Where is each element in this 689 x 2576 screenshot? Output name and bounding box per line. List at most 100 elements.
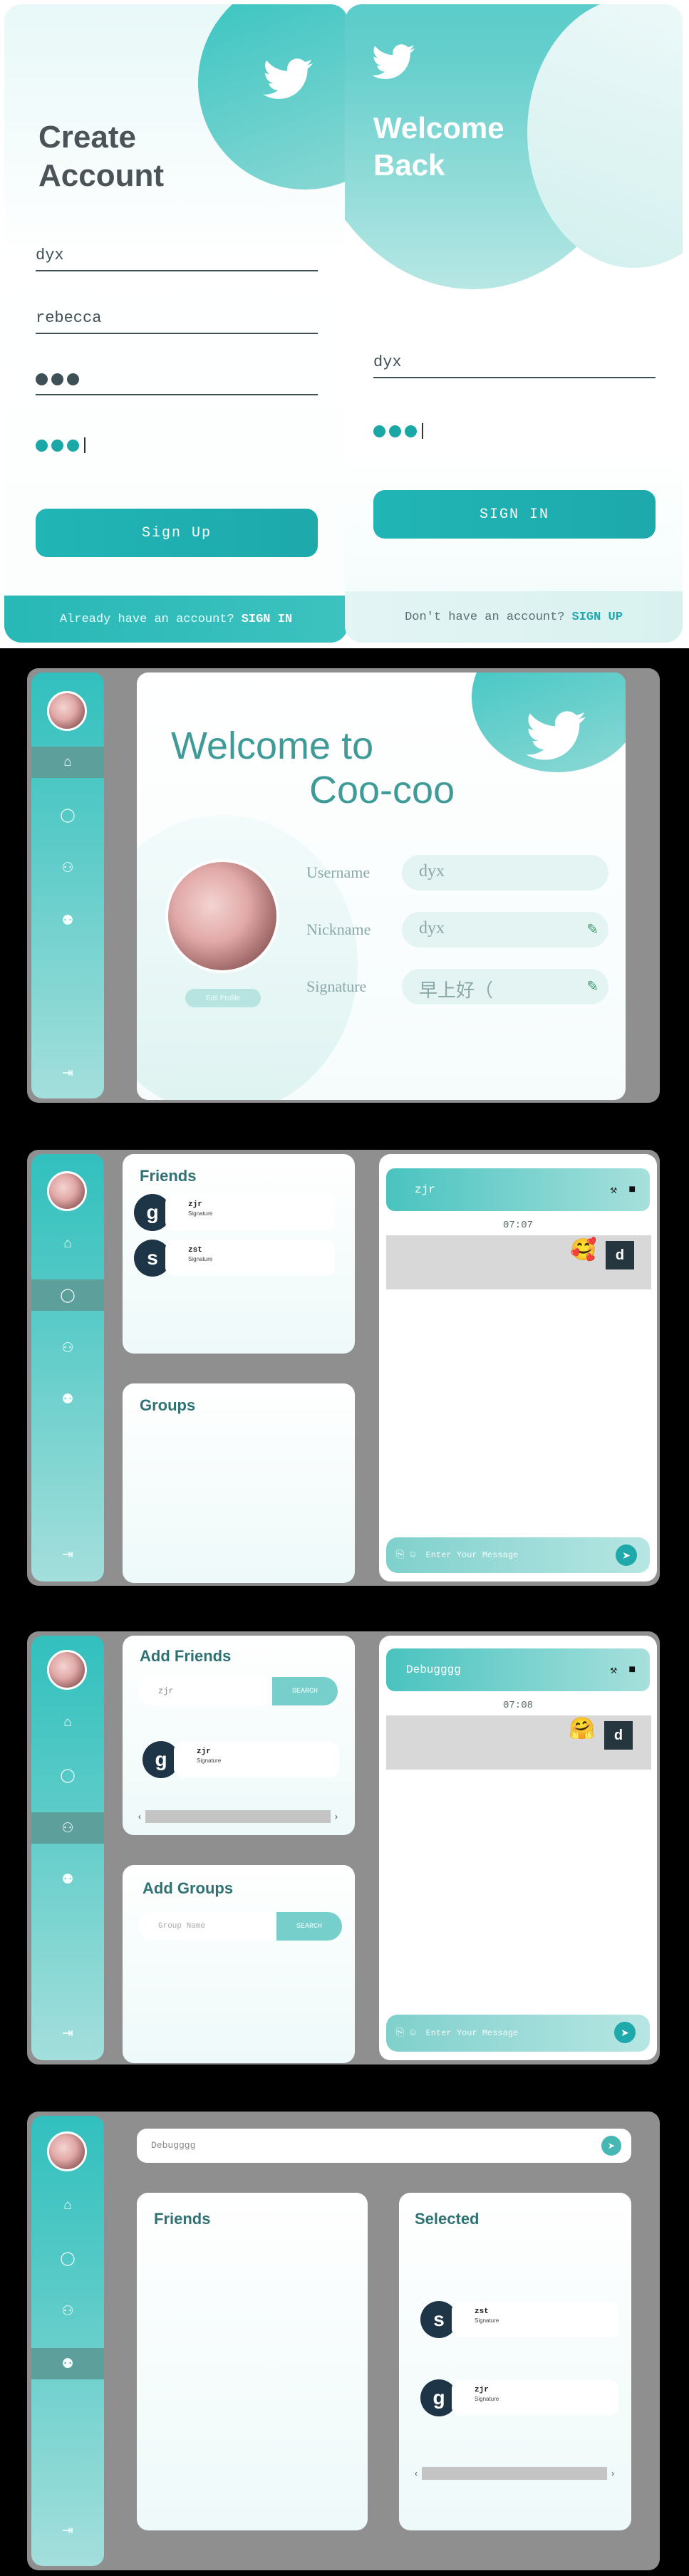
welcome-line1: Welcome to bbox=[171, 724, 374, 767]
chat-title: Debugggg bbox=[406, 1663, 461, 1676]
friend-search-button[interactable]: SEARCH bbox=[272, 1677, 338, 1705]
group-icon[interactable]: ⚉ bbox=[31, 2348, 104, 2379]
signup-confirm-password-input[interactable] bbox=[36, 437, 86, 453]
send-button[interactable]: ➤ bbox=[616, 1544, 637, 1566]
signin-footer-text: Don't have an account? bbox=[405, 610, 565, 624]
group-name-bar[interactable]: Debugggg ➤ bbox=[137, 2129, 631, 2163]
message-time: 07:07 bbox=[502, 1220, 533, 1231]
group-icon[interactable]: ⚉ bbox=[31, 905, 104, 936]
home-icon[interactable]: ⌂ bbox=[31, 2190, 104, 2221]
signin-footer-link[interactable]: SIGN UP bbox=[572, 611, 623, 624]
avatar[interactable] bbox=[47, 691, 87, 731]
friends-panel: Friends g zjr Signature s zst Signature bbox=[123, 1154, 355, 1354]
chat-panel: zjr ⚒ ■ 07:07 🥰 d ⎘ ☺ Enter Your Message… bbox=[379, 1154, 657, 1582]
message-time: 07:08 bbox=[502, 1700, 533, 1711]
emoji-sticker: 🤗 bbox=[569, 1717, 596, 1740]
group-name-input[interactable]: Debugggg bbox=[151, 2140, 195, 2151]
add-friends-title: Add Friends bbox=[140, 1647, 232, 1665]
twitter-bird-icon bbox=[526, 711, 586, 764]
logout-icon[interactable]: ⇥ bbox=[31, 1057, 104, 1089]
signup-username-input[interactable]: dyx bbox=[36, 246, 318, 271]
list-item[interactable]: s zst Signature bbox=[134, 1240, 335, 1277]
edit-group-icon[interactable]: ⚒ bbox=[610, 1663, 617, 1677]
folder-icon[interactable]: ■ bbox=[628, 1663, 636, 1676]
signup-button[interactable]: Sign Up bbox=[36, 509, 318, 557]
signin-title: Welcome Back bbox=[373, 111, 504, 182]
emoji-icon[interactable]: ☺ bbox=[410, 1549, 415, 1561]
signin-password-input[interactable] bbox=[373, 423, 423, 439]
welcome-line2: Coo-coo bbox=[309, 769, 455, 811]
edit-pen-icon[interactable]: ✎ bbox=[586, 920, 599, 938]
sidebar: ⌂ ◯ ⚇ ⚉ ⇥ bbox=[31, 1636, 104, 2060]
attach-icon[interactable]: ⎘ bbox=[396, 2027, 404, 2039]
home-icon[interactable]: ⌂ bbox=[31, 1707, 104, 1738]
chat-icon[interactable]: ◯ bbox=[31, 2243, 104, 2274]
signature-field[interactable]: 早上好（ ✎ bbox=[402, 969, 608, 1004]
nickname-value: dyx bbox=[419, 919, 445, 938]
add-friend-icon[interactable]: ⚇ bbox=[31, 852, 104, 883]
signup-nickname-input[interactable]: rebecca bbox=[36, 309, 318, 334]
message-input[interactable]: ⎘ ☺ Enter Your Message bbox=[386, 2015, 650, 2052]
signup-title: Create Account bbox=[38, 120, 164, 193]
avatar[interactable] bbox=[47, 2131, 87, 2171]
friends-title: Friends bbox=[140, 1167, 197, 1185]
send-button[interactable]: ➤ bbox=[614, 2022, 636, 2043]
sidebar: ⌂ ◯ ⚇ ⚉ ⇥ bbox=[31, 672, 104, 1099]
avatar[interactable] bbox=[47, 1171, 87, 1211]
list-item[interactable]: g zjr Signature bbox=[134, 1194, 335, 1231]
nickname-label: Nickname bbox=[306, 920, 371, 938]
home-icon[interactable]: ⌂ bbox=[31, 1228, 104, 1260]
group-icon[interactable]: ⚉ bbox=[31, 1864, 104, 1895]
sidebar: ⌂ ◯ ⚇ ⚉ ⇥ bbox=[31, 2116, 104, 2566]
selected-panel: Selected s zst Signature g zjr Signature ‹… bbox=[399, 2193, 631, 2530]
sidebar: ⌂ ◯ ⚇ ⚉ ⇥ bbox=[31, 1154, 104, 1582]
group-icon[interactable]: ⚉ bbox=[31, 1383, 104, 1415]
login-section: Create Account dyx rebecca Sign Up Alrea… bbox=[0, 0, 689, 648]
logout-icon[interactable]: ⇥ bbox=[31, 2017, 104, 2049]
signup-footer: Already have an account? SIGN IN bbox=[4, 596, 348, 643]
edit-profile-button[interactable]: Edit Profile bbox=[185, 989, 261, 1007]
avatar[interactable] bbox=[47, 1650, 87, 1690]
chat-icon[interactable]: ◯ bbox=[31, 1760, 104, 1791]
horizontal-scrollbar[interactable]: ‹ › bbox=[415, 2466, 614, 2481]
signin-button[interactable]: SIGN IN bbox=[373, 490, 656, 539]
edit-group-icon[interactable]: ⚒ bbox=[610, 1183, 617, 1197]
group-search-button[interactable]: SEARCH bbox=[276, 1912, 342, 1941]
username-label: Username bbox=[306, 863, 371, 881]
horizontal-scrollbar[interactable]: ‹ › bbox=[138, 1809, 338, 1824]
signature-value: 早上好（ bbox=[419, 980, 494, 1001]
signup-password-input[interactable] bbox=[36, 373, 318, 395]
home-icon[interactable]: ⌂ bbox=[31, 747, 104, 778]
group-search-input[interactable]: Group Name bbox=[138, 1912, 276, 1941]
groups-panel: Groups bbox=[123, 1383, 355, 1583]
nickname-field[interactable]: dyx ✎ bbox=[402, 912, 608, 947]
signin-footer: Don't have an account? SIGN UP bbox=[345, 591, 683, 643]
logout-icon[interactable]: ⇥ bbox=[31, 1539, 104, 1570]
username-field: dyx bbox=[402, 855, 608, 890]
chat-header: zjr ⚒ ■ bbox=[386, 1168, 650, 1211]
friend-search-input[interactable]: zjr bbox=[138, 1677, 272, 1705]
message-placeholder: Enter Your Message bbox=[425, 2028, 519, 2038]
attach-icon[interactable]: ⎘ bbox=[396, 1549, 404, 1561]
list-item[interactable]: g zjr Signature bbox=[420, 2379, 618, 2416]
chat-icon[interactable]: ◯ bbox=[31, 799, 104, 831]
list-item[interactable]: s zst Signature bbox=[420, 2301, 618, 2338]
folder-icon[interactable]: ■ bbox=[628, 1183, 636, 1196]
add-friends-panel: Add Friends zjr SEARCH g zjr Signature ‹ › bbox=[123, 1636, 355, 1835]
search-result-item[interactable]: g zjr Signature bbox=[143, 1741, 339, 1778]
message-input[interactable]: ⎘ ☺ Enter Your Message bbox=[386, 1537, 650, 1573]
create-group-button[interactable]: ➤ bbox=[601, 2136, 621, 2156]
add-friend-icon[interactable]: ⚇ bbox=[31, 2295, 104, 2327]
add-friend-icon[interactable]: ⚇ bbox=[31, 1812, 104, 1844]
emoji-icon[interactable]: ☺ bbox=[410, 2027, 415, 2039]
signup-footer-link[interactable]: SIGN IN bbox=[242, 613, 292, 626]
edit-pen-icon[interactable]: ✎ bbox=[586, 977, 599, 995]
signin-username-input[interactable]: dyx bbox=[373, 353, 656, 378]
chat-title: zjr bbox=[415, 1183, 435, 1196]
sender-avatar: d bbox=[604, 1721, 633, 1750]
add-friend-icon[interactable]: ⚇ bbox=[31, 1332, 104, 1364]
logout-icon[interactable]: ⇥ bbox=[31, 2515, 104, 2546]
twitter-bird-icon bbox=[372, 44, 415, 83]
signin-card: Welcome Back dyx SIGN IN Don't have an a… bbox=[345, 4, 683, 643]
chat-icon[interactable]: ◯ bbox=[31, 1279, 104, 1311]
